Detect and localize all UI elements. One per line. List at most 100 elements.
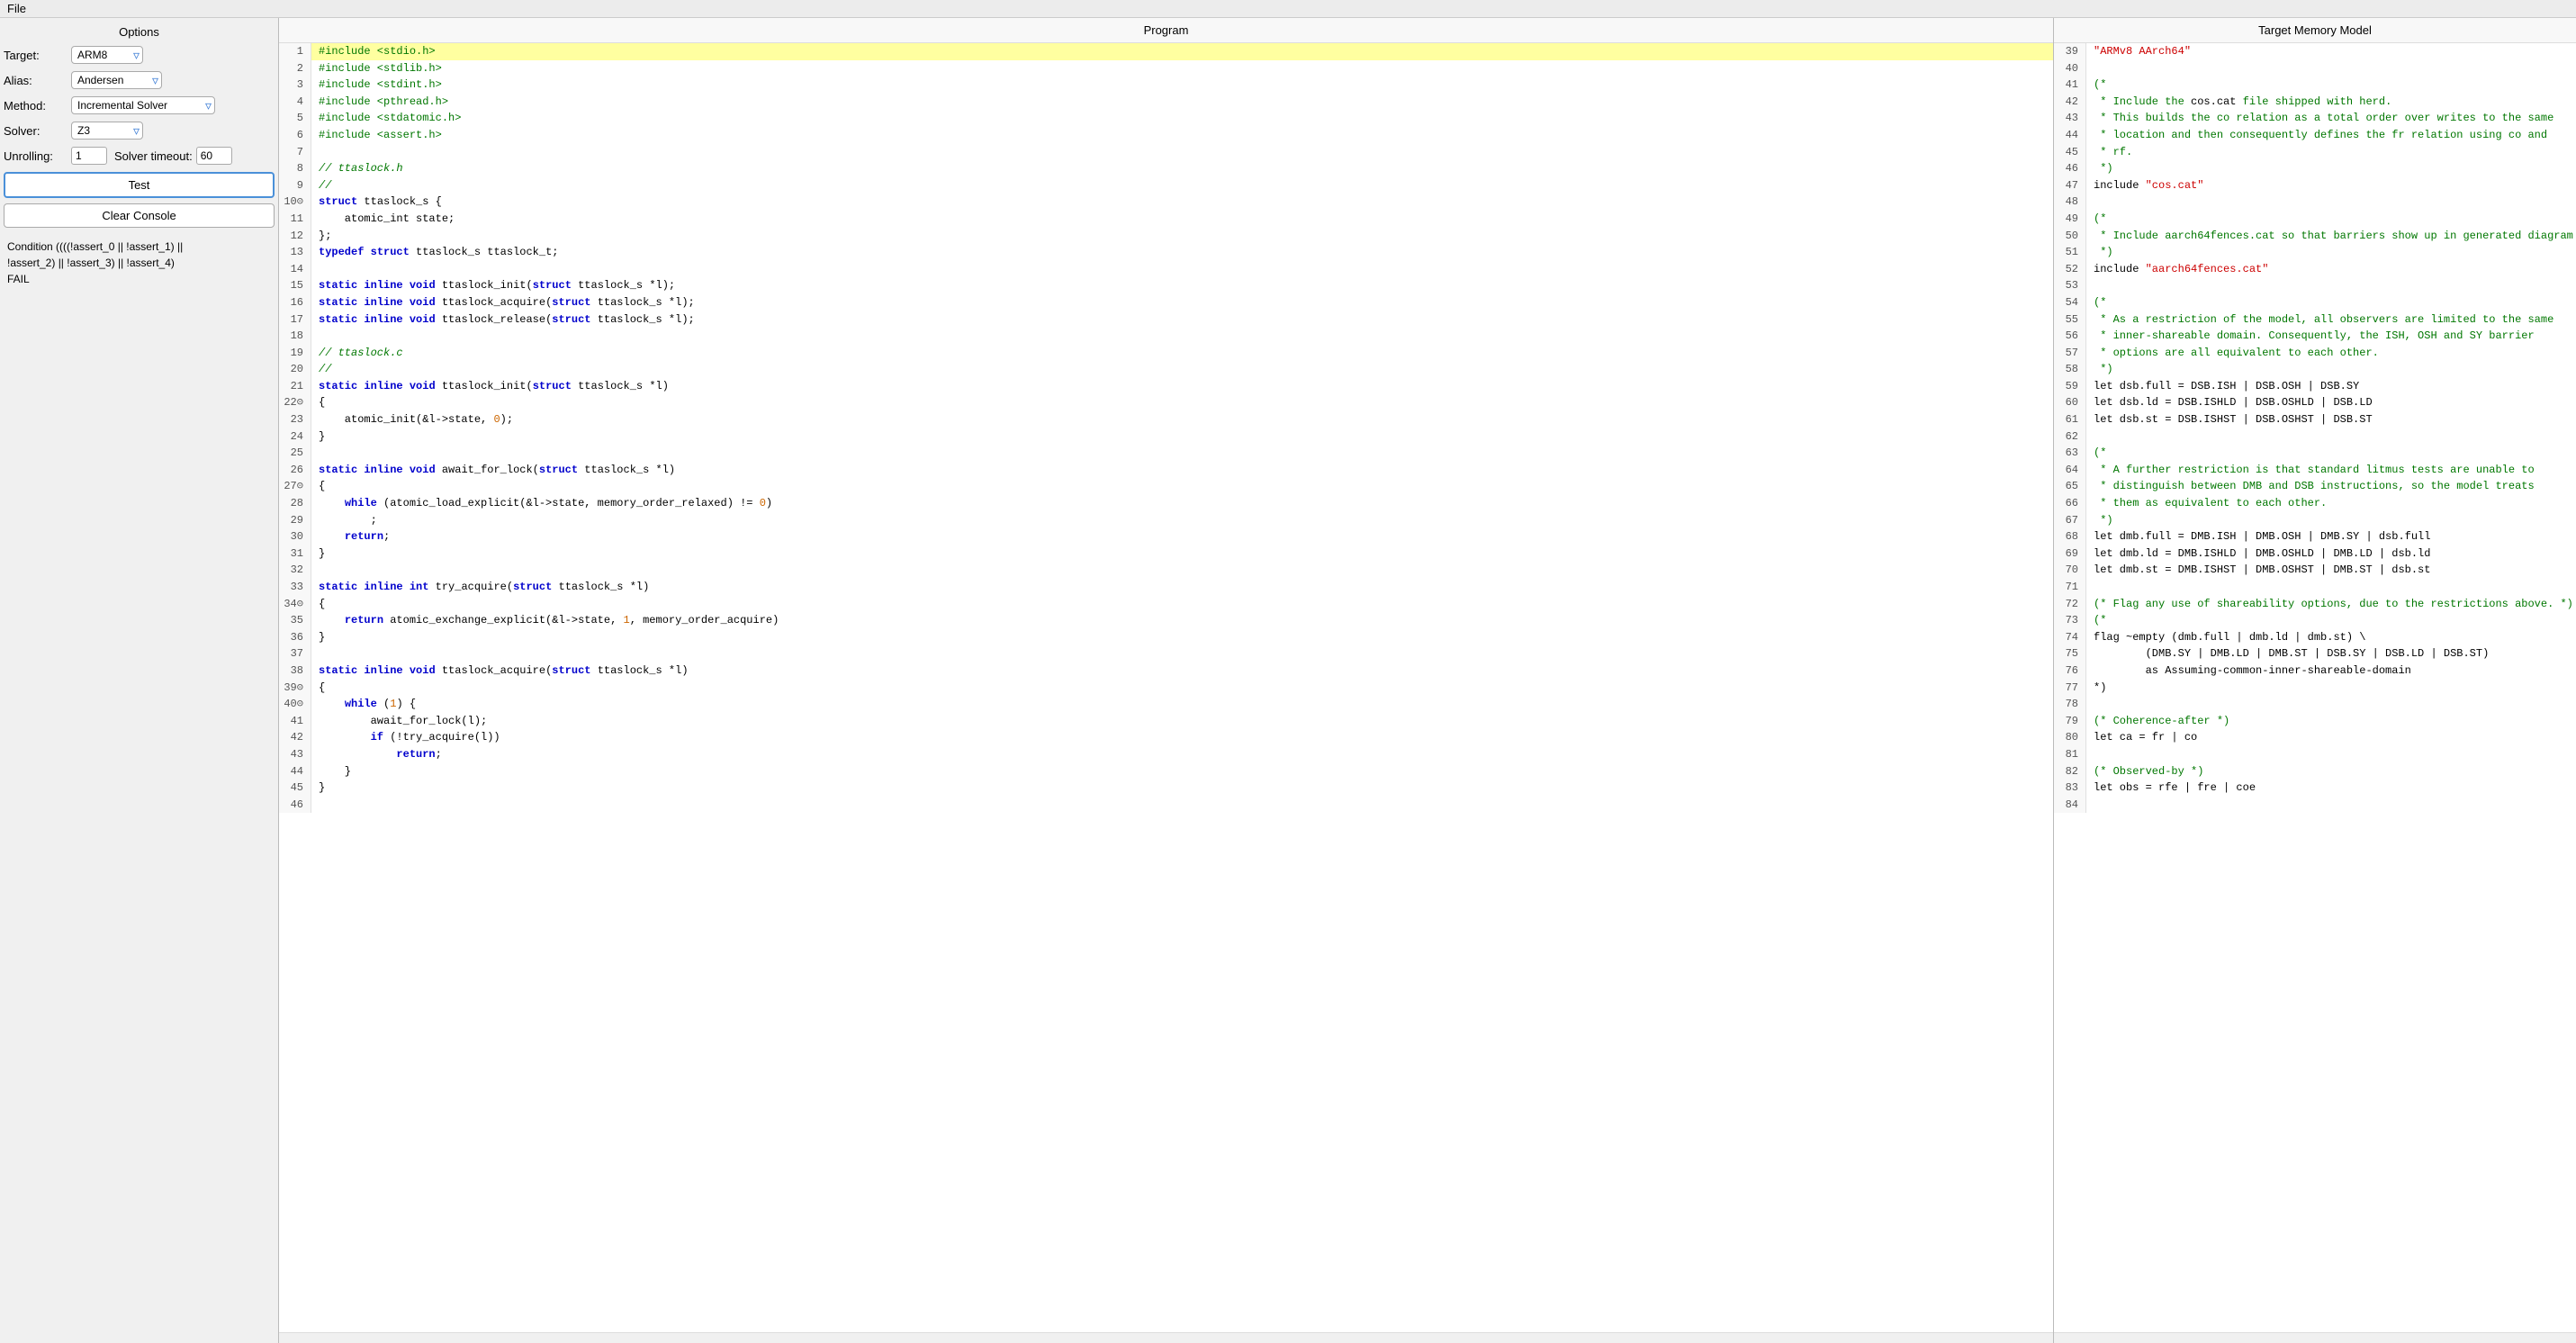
mem-line-content (2086, 194, 2576, 211)
mem-line-content: (DMB.SY | DMB.LD | DMB.ST | DSB.SY | DSB… (2086, 645, 2576, 662)
mem-line-number: 82 (2054, 763, 2086, 780)
memory-model-header: Target Memory Model (2054, 18, 2576, 43)
line-content: // (311, 177, 2053, 194)
solver-timeout-input[interactable] (196, 147, 232, 165)
table-row: 61let dsb.st = DSB.ISHST | DSB.OSHST | D… (2054, 411, 2576, 428)
mem-line-number: 68 (2054, 528, 2086, 545)
line-number: 30 (279, 528, 311, 545)
line-content: #include <stdatomic.h> (311, 110, 2053, 127)
alias-select[interactable]: Andersen Steensgaard (71, 71, 162, 89)
table-row: 64 * A further restriction is that stand… (2054, 462, 2576, 479)
mem-line-number: 59 (2054, 378, 2086, 395)
mem-line-content: let dsb.ld = DSB.ISHLD | DSB.OSHLD | DSB… (2086, 394, 2576, 411)
mem-line-number: 71 (2054, 579, 2086, 596)
table-row: 45} (279, 780, 2053, 797)
right-scrollbar[interactable] (2054, 1332, 2576, 1343)
table-row: 63(* (2054, 445, 2576, 462)
line-content: #include <stdint.h> (311, 77, 2053, 94)
table-row: 74flag ~empty (dmb.full | dmb.ld | dmb.s… (2054, 629, 2576, 646)
table-row: 29 ; (279, 512, 2053, 529)
table-row: 46 *) (2054, 160, 2576, 177)
table-row: 1#include <stdio.h> (279, 43, 2053, 60)
table-row: 69let dmb.ld = DMB.ISHLD | DMB.OSHLD | D… (2054, 545, 2576, 563)
table-row: 32 (279, 562, 2053, 579)
table-row: 22⊝{ (279, 394, 2053, 411)
line-content: { (311, 680, 2053, 697)
line-number: 33 (279, 579, 311, 596)
line-number: 32 (279, 562, 311, 579)
line-number: 7 (279, 144, 311, 161)
table-row: 12}; (279, 228, 2053, 245)
line-number: 11 (279, 211, 311, 228)
mem-line-content: *) (2086, 680, 2576, 697)
center-scrollbar[interactable] (279, 1332, 2053, 1343)
mem-line-number: 52 (2054, 261, 2086, 278)
table-row: 57 * options are all equivalent to each … (2054, 345, 2576, 362)
clear-console-button[interactable]: Clear Console (4, 203, 275, 228)
line-number: 36 (279, 629, 311, 646)
mem-line-content: "ARMv8 AArch64" (2086, 43, 2576, 60)
line-content: #include <assert.h> (311, 127, 2053, 144)
line-number: 23 (279, 411, 311, 428)
line-number: 40⊝ (279, 696, 311, 713)
target-row: Target: ARM8 x86 RISC-V ▿ (4, 46, 275, 64)
table-row: 9// (279, 177, 2053, 194)
target-label: Target: (4, 49, 71, 62)
table-row: 17static inline void ttaslock_release(st… (279, 311, 2053, 329)
method-row: Method: Incremental Solver Basic ▿ (4, 96, 275, 114)
mem-line-number: 44 (2054, 127, 2086, 144)
table-row: 78 (2054, 696, 2576, 713)
table-row: 43 * This builds the co relation as a to… (2054, 110, 2576, 127)
line-number: 4 (279, 94, 311, 111)
mem-line-number: 53 (2054, 277, 2086, 294)
line-content: struct ttaslock_s { (311, 194, 2053, 211)
mem-line-number: 42 (2054, 94, 2086, 111)
mem-line-number: 63 (2054, 445, 2086, 462)
center-panel: Program 1#include <stdio.h>2#include <st… (279, 18, 2054, 1343)
target-select[interactable]: ARM8 x86 RISC-V (71, 46, 143, 64)
table-row: 60let dsb.ld = DSB.ISHLD | DSB.OSHLD | D… (2054, 394, 2576, 411)
solver-select-wrapper: Z3 CVC4 ▿ (71, 122, 143, 140)
mem-line-content: *) (2086, 361, 2576, 378)
table-row: 3#include <stdint.h> (279, 77, 2053, 94)
table-row: 27⊝{ (279, 478, 2053, 495)
memory-model-container[interactable]: 39"ARMv8 AArch64"40 41(*42 * Include the… (2054, 43, 2576, 1332)
mem-code-area: 39"ARMv8 AArch64"40 41(*42 * Include the… (2054, 43, 2576, 813)
table-row: 5#include <stdatomic.h> (279, 110, 2053, 127)
table-row: 33static inline int try_acquire(struct t… (279, 579, 2053, 596)
table-row: 76 as Assuming-common-inner-shareable-do… (2054, 662, 2576, 680)
line-number: 31 (279, 545, 311, 563)
mem-line-content (2086, 277, 2576, 294)
line-number: 19 (279, 345, 311, 362)
console-line-3: FAIL (7, 271, 271, 287)
line-number: 18 (279, 328, 311, 345)
line-number: 46 (279, 797, 311, 814)
mem-line-content: (* Coherence-after *) (2086, 713, 2576, 730)
line-number: 39⊝ (279, 680, 311, 697)
line-number: 26 (279, 462, 311, 479)
test-button[interactable]: Test (4, 172, 275, 198)
line-content: await_for_lock(l); (311, 713, 2053, 730)
line-number: 35 (279, 612, 311, 629)
line-number: 28 (279, 495, 311, 512)
mem-line-number: 39 (2054, 43, 2086, 60)
mem-line-number: 76 (2054, 662, 2086, 680)
mem-line-content: (* (2086, 445, 2576, 462)
solver-select[interactable]: Z3 CVC4 (71, 122, 143, 140)
mem-line-content: let dmb.full = DMB.ISH | DMB.OSH | DMB.S… (2086, 528, 2576, 545)
mem-line-number: 55 (2054, 311, 2086, 329)
code-container[interactable]: 1#include <stdio.h>2#include <stdlib.h>3… (279, 43, 2053, 1332)
unrolling-input[interactable] (71, 147, 107, 165)
method-select[interactable]: Incremental Solver Basic (71, 96, 215, 114)
table-row: 19// ttaslock.c (279, 345, 2053, 362)
mem-line-number: 79 (2054, 713, 2086, 730)
file-menu[interactable]: File (7, 2, 26, 15)
mem-line-content: (* (2086, 294, 2576, 311)
line-content: static inline void ttaslock_init(struct … (311, 277, 2053, 294)
solver-timeout-label: Solver timeout: (114, 149, 193, 163)
table-row: 4#include <pthread.h> (279, 94, 2053, 111)
table-row: 81 (2054, 746, 2576, 763)
mem-line-number: 83 (2054, 780, 2086, 797)
line-content (311, 261, 2053, 278)
table-row: 18 (279, 328, 2053, 345)
